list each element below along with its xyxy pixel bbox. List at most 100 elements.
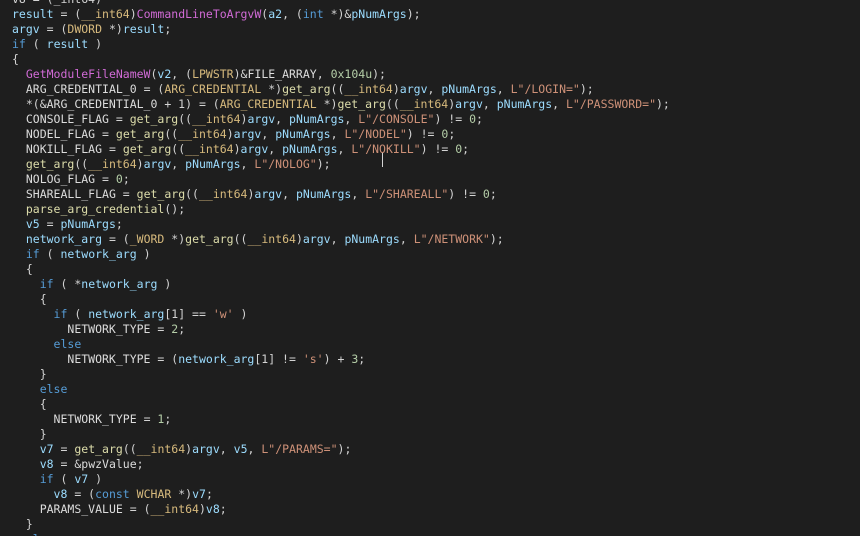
code-token: = <box>115 187 137 201</box>
code-token: ; <box>219 502 227 516</box>
code-token: (( <box>122 442 137 456</box>
code-token: else <box>26 532 54 536</box>
code-token: if <box>39 277 54 291</box>
code-line[interactable]: if ( network_arg ) <box>12 247 670 262</box>
code-line[interactable]: { <box>12 262 670 277</box>
code-token: = ( <box>136 82 165 96</box>
code-token: else <box>53 337 82 351</box>
code-line[interactable]: NODEL_FLAG = get_arg((__int64)argv, pNum… <box>12 127 670 142</box>
code-token: NETWORK_TYPE <box>67 352 151 366</box>
code-token: CONSOLE_FLAG <box>25 112 109 126</box>
code-token: L"/CONSOLE" <box>358 112 435 126</box>
code-token: ; <box>462 142 470 156</box>
code-token: if <box>25 247 40 261</box>
code-token: , <box>330 127 345 141</box>
code-token: result <box>46 37 89 51</box>
code-line[interactable]: { <box>12 292 670 307</box>
code-token: get_arg <box>185 232 234 246</box>
code-token: 0 <box>469 112 477 126</box>
code-line[interactable]: if ( result ) <box>12 37 670 52</box>
code-line[interactable]: } <box>12 517 670 532</box>
code-line[interactable]: parse_arg_credential(); <box>12 202 670 217</box>
code-token: ( <box>53 472 75 486</box>
code-line[interactable]: CONSOLE_FLAG = get_arg((__int64)argv, pN… <box>12 112 670 127</box>
code-line[interactable]: v8 = &pwzValue; <box>12 457 670 472</box>
code-line[interactable]: network_arg = (_WORD *)get_arg((__int64)… <box>12 232 670 247</box>
code-token: ( * <box>53 277 82 291</box>
code-line[interactable]: GetModuleFileNameW(v2, (LPWSTR)&FILE_ARR… <box>12 67 670 82</box>
code-line[interactable]: v8 = (const WCHAR *)v7; <box>12 487 670 502</box>
code-token: v7 <box>74 472 89 486</box>
code-token: ); <box>489 232 504 246</box>
code-token: , <box>427 82 442 96</box>
code-line[interactable]: argv = (DWORD *)result; <box>12 22 670 37</box>
pseudocode-view[interactable]: v8 = (_int64)result = (__int64)CommandLi… <box>0 0 860 536</box>
code-token: [1] == <box>164 307 213 321</box>
code-token: 0x104u <box>330 67 373 81</box>
code-token: = ( <box>67 487 96 501</box>
code-line[interactable]: NETWORK_TYPE = 1; <box>12 412 670 427</box>
code-line[interactable]: *(&ARG_CREDENTIAL_0 + 1) = (ARG_CREDENTI… <box>12 97 670 112</box>
code-line[interactable]: NETWORK_TYPE = 2; <box>12 322 670 337</box>
code-line[interactable]: else <box>12 337 670 352</box>
code-line[interactable]: else <box>12 382 670 397</box>
code-token: __int64 <box>136 442 186 456</box>
code-line[interactable]: v7 = get_arg((__int64)argv, v5, L"/PARAM… <box>12 442 670 457</box>
code-token: ) <box>157 277 172 291</box>
code-token: a2 <box>268 7 283 21</box>
code-token: if <box>39 472 54 486</box>
code-line[interactable]: if ( *network_arg ) <box>12 277 670 292</box>
code-token: = ( <box>150 352 179 366</box>
code-token: get_arg <box>136 187 186 201</box>
code-token: *) <box>261 82 283 96</box>
code-token: (( <box>164 127 179 141</box>
code-token: pNumArgs <box>351 7 407 21</box>
code-token: ARG_CREDENTIAL_0 <box>46 97 158 111</box>
code-line[interactable]: if ( v7 ) <box>12 472 670 487</box>
code-token: , <box>261 127 276 141</box>
code-token: = & <box>53 457 82 471</box>
code-line[interactable]: result = (__int64)CommandLineToArgvW(a2,… <box>12 7 670 22</box>
code-token: ; <box>164 412 172 426</box>
code-line[interactable]: v8 = (_int64) <box>12 0 670 7</box>
code-token: L"/SHAREALL" <box>365 187 449 201</box>
code-line[interactable]: } <box>12 427 670 442</box>
code-token: pNumArgs <box>441 82 497 96</box>
code-line[interactable]: NOKILL_FLAG = get_arg((__int64)argv, pNu… <box>12 142 670 157</box>
code-token: v7 <box>192 487 206 501</box>
code-token: ( <box>25 37 47 51</box>
code-token: , <box>268 142 283 156</box>
code-line[interactable]: v5 = pNumArgs; <box>12 217 670 232</box>
code-token: parse_arg_credential <box>25 202 165 216</box>
code-line[interactable]: { <box>12 397 670 412</box>
code-line[interactable]: { <box>12 52 670 67</box>
code-token: network_arg <box>178 352 255 366</box>
code-token: (( <box>171 142 186 156</box>
code-line[interactable]: NOLOG_FLAG = 0; <box>12 172 670 187</box>
code-token: ; <box>205 487 213 501</box>
code-token: , ( <box>171 67 193 81</box>
code-line[interactable]: if ( network_arg[1] == 'w' ) <box>12 307 670 322</box>
code-line[interactable]: ARG_CREDENTIAL_0 = (ARG_CREDENTIAL *)get… <box>12 82 670 97</box>
code-line[interactable]: PARAMS_VALUE = (__int64)v8; <box>12 502 670 517</box>
code-token: , <box>496 82 511 96</box>
code-token: ARG_CREDENTIAL <box>164 82 262 96</box>
code-token: argv <box>455 97 483 111</box>
code-token: = ( <box>102 232 130 246</box>
code-line[interactable]: else <box>12 532 670 536</box>
code-token: = <box>136 412 158 426</box>
code-line[interactable]: SHAREALL_FLAG = get_arg((__int64)argv, p… <box>12 187 670 202</box>
code-line[interactable]: NETWORK_TYPE = (network_arg[1] != 's') +… <box>12 352 670 367</box>
code-token: (( <box>385 97 400 111</box>
code-line[interactable]: } <box>12 367 670 382</box>
code-line[interactable]: get_arg((__int64)argv, pNumArgs, L"/NOLO… <box>12 157 670 172</box>
code-token: ( <box>67 307 89 321</box>
code-token: { <box>12 52 19 66</box>
